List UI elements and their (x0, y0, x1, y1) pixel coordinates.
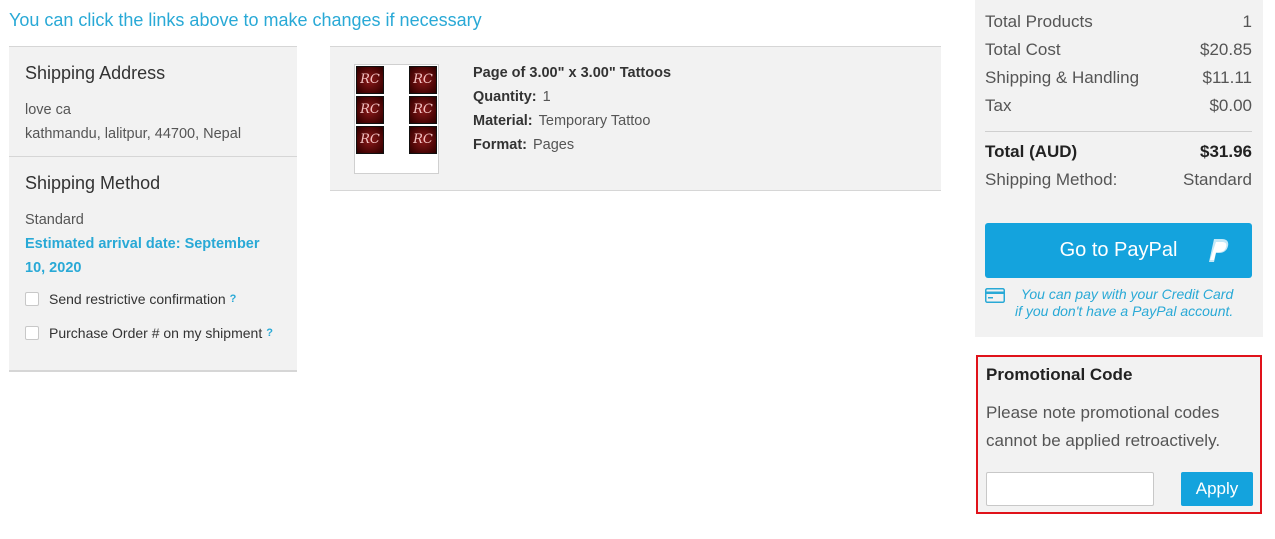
summary-label: Total Products (985, 12, 1093, 31)
summary-row: Total Cost $20.85 (985, 40, 1252, 60)
product-title: Page of 3.00" x 3.00" Tattoos (473, 65, 672, 81)
restrictive-confirmation-checkbox[interactable] (25, 292, 39, 306)
material-value: Temporary Tattoo (538, 113, 651, 129)
shipping-method-label: Shipping Method: (985, 170, 1118, 189)
summary-divider (985, 131, 1252, 132)
credit-card-note: You can pay with your Credit Card if you… (985, 286, 1252, 320)
shipping-address-section: Shipping Address love ca kathmandu, lali… (9, 47, 297, 156)
credit-card-icon (985, 288, 1005, 303)
tattoo-tile: RC (356, 126, 384, 154)
shipping-method-section: Shipping Method Standard Estimated arriv… (9, 156, 297, 370)
restrictive-confirmation-label: Send restrictive confirmation (49, 291, 226, 307)
total-value: $31.96 (1200, 142, 1252, 161)
purchase-order-checkbox[interactable] (25, 326, 39, 340)
help-icon[interactable]: ? (266, 327, 273, 339)
help-icon[interactable]: ? (230, 293, 237, 305)
apply-button[interactable]: Apply (1181, 472, 1253, 506)
purchase-order-label: Purchase Order # on my shipment (49, 325, 263, 341)
material-label: Material: (473, 113, 533, 129)
summary-row: Shipping & Handling $11.11 (985, 68, 1252, 88)
estimated-arrival: Estimated arrival date: September 10, 20… (25, 236, 260, 276)
summary-label: Shipping & Handling (985, 68, 1140, 87)
promo-code-note: Please note promotional codes cannot be … (986, 403, 1221, 450)
shipping-address-title: Shipping Address (25, 63, 166, 83)
product-thumbnail: RC RC RC RC RC RC (354, 64, 439, 174)
product-item: RC RC RC RC RC RC Page of 3.00" x 3.00" … (330, 46, 941, 191)
address-line: kathmandu, lalitpur, 44700, Nepal (25, 126, 242, 142)
shipping-panel: Shipping Address love ca kathmandu, lali… (9, 46, 297, 372)
change-links-note: You can click the links above to make ch… (9, 10, 482, 30)
credit-card-line-2: if you don't have a PayPal account. (1015, 303, 1234, 319)
shipping-method-title: Shipping Method (25, 173, 161, 193)
promo-code-title: Promotional Code (986, 365, 1133, 384)
summary-value: 1 (1242, 12, 1252, 31)
order-summary: Total Products 1 Total Cost $20.85 Shippin… (975, 0, 1263, 337)
summary-label: Total Cost (985, 40, 1061, 59)
summary-value: $0.00 (1209, 96, 1252, 115)
shipping-method-row: Shipping Method: Standard (985, 170, 1252, 190)
paypal-button-label: Go to PayPal (1059, 239, 1178, 261)
purchase-order-option[interactable]: Purchase Order # on my shipment ? (25, 320, 281, 346)
quantity-label: Quantity: (473, 89, 537, 105)
credit-card-line-1: You can pay with your Credit Card (1020, 286, 1234, 302)
restrictive-confirmation-option[interactable]: Send restrictive confirmation ? (25, 286, 281, 312)
credit-card-text: You can pay with your Credit Card if you… (1015, 286, 1233, 320)
summary-row: Total Products 1 (985, 12, 1252, 32)
summary-value: $11.11 (1202, 68, 1252, 87)
address-name: love ca (25, 102, 71, 118)
tattoo-tile: RC (409, 66, 437, 94)
tattoo-tile: RC (409, 126, 437, 154)
total-label: Total (AUD) (985, 142, 1078, 161)
summary-value: $20.85 (1200, 40, 1252, 59)
format-value: Pages (532, 137, 575, 153)
quantity-row: Quantity: 1 (473, 85, 671, 109)
quantity-value: 1 (542, 89, 551, 105)
promo-code-input[interactable] (986, 472, 1154, 506)
summary-label: Tax (985, 96, 1012, 115)
material-row: Material: Temporary Tattoo (473, 109, 671, 133)
summary-row: Tax $0.00 (985, 96, 1252, 116)
tattoo-tile: RC (409, 96, 437, 124)
format-row: Format: Pages (473, 133, 671, 157)
tattoo-tile: RC (356, 66, 384, 94)
total-row: Total (AUD) $31.96 (985, 142, 1252, 162)
format-label: Format: (473, 137, 527, 153)
tattoo-tile: RC (356, 96, 384, 124)
go-to-paypal-button[interactable]: Go to PayPal (985, 223, 1252, 278)
product-specs: Page of 3.00" x 3.00" Tattoos Quantity: 1… (473, 61, 671, 157)
shipping-method-value: Standard (25, 212, 84, 228)
paypal-icon (1209, 239, 1229, 262)
promo-code-panel: Promotional Code Please note promotional… (976, 355, 1262, 514)
shipping-method-summary-value: Standard (1183, 170, 1252, 189)
